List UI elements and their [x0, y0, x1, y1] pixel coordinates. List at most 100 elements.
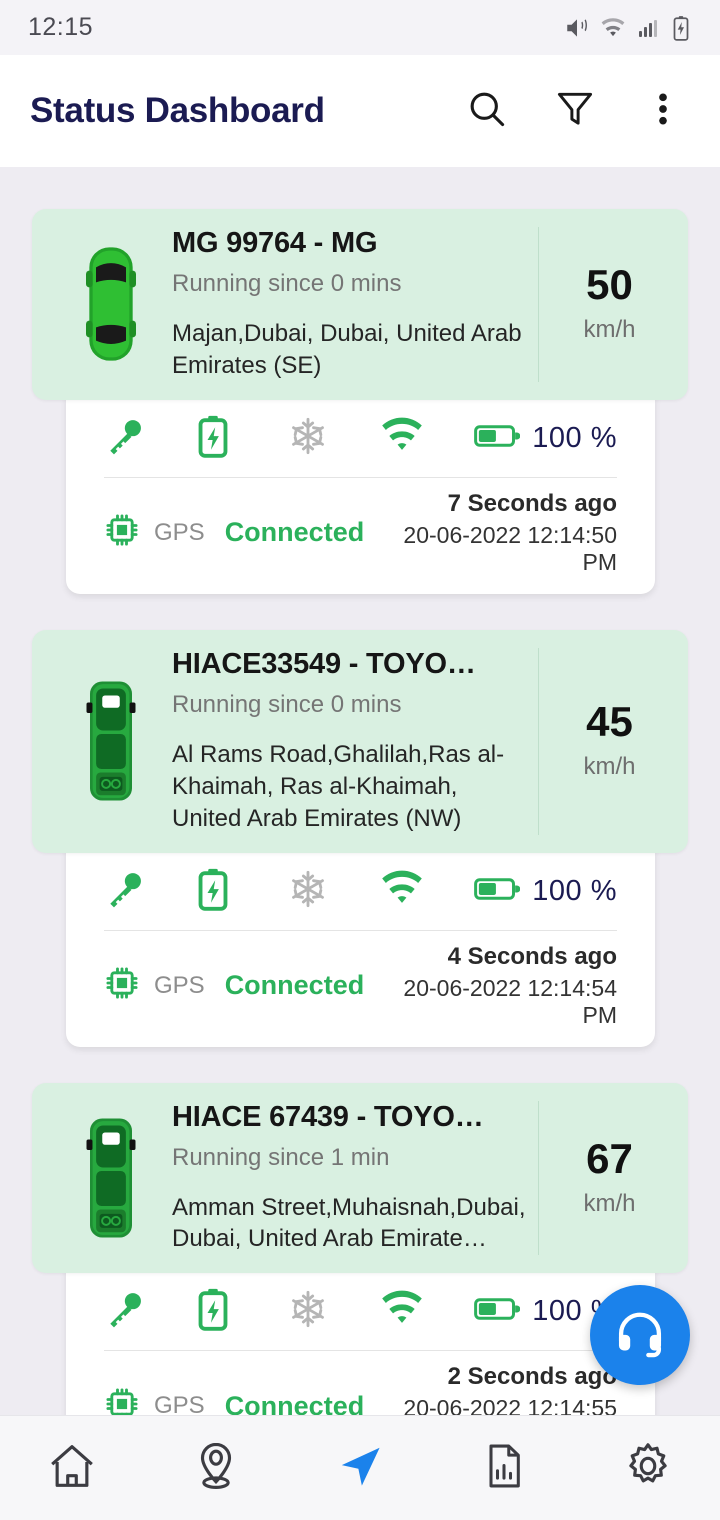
- gps-last-update-relative: 4 Seconds ago: [447, 942, 617, 970]
- gps-last-update-timestamp: 20-06-2022 12:14:50 PM: [403, 521, 617, 575]
- vehicle-card-status: 100 % GPS Connected: [66, 846, 655, 1047]
- navigation-arrow-icon: [332, 1438, 388, 1499]
- home-icon: [45, 1439, 99, 1498]
- vehicle-speed-value: 45: [586, 698, 633, 746]
- vehicle-card[interactable]: MG 99764 - MG Running since 0 mins Majan…: [0, 209, 720, 594]
- ignition-status[interactable]: [104, 415, 196, 462]
- van-top-view-icon: [50, 1115, 172, 1241]
- support-fab-button[interactable]: [590, 1285, 690, 1385]
- wifi-icon: [380, 1289, 424, 1334]
- app-bar: Status Dashboard: [0, 55, 720, 167]
- vehicle-running-since: Running since 0 mins: [172, 690, 402, 718]
- key-icon: [104, 1288, 146, 1335]
- vehicle-card-status: 100 % GPS Connected: [66, 1267, 655, 1415]
- gps-row: GPS Connected 2 Seconds ago 20-06-2022 1…: [88, 1351, 633, 1415]
- vehicle-card-header[interactable]: HIACE 67439 - TOYO… Running since 1 min …: [32, 1082, 688, 1274]
- van-top-view-icon: [50, 678, 172, 804]
- vehicle-name: MG 99764 - MG: [172, 227, 378, 259]
- ignition-status[interactable]: [104, 1288, 196, 1335]
- wifi-icon: [600, 15, 626, 41]
- network-status[interactable]: [380, 416, 472, 461]
- vehicle-name: HIACE33549 - TOYO…: [172, 647, 476, 680]
- gps-state: Connected: [224, 970, 365, 1001]
- vehicle-running-since: Running since 0 mins: [172, 270, 402, 297]
- vehicle-speed-block: 45 km/h: [538, 647, 680, 835]
- battery-charging-icon: [670, 15, 692, 41]
- network-status[interactable]: [380, 1289, 472, 1334]
- gps-label: GPS: [154, 518, 205, 546]
- battery-horizontal-icon: [474, 421, 521, 456]
- vehicle-speed-unit: km/h: [583, 753, 636, 781]
- gps-label: GPS: [154, 971, 205, 999]
- gps-state: Connected: [224, 517, 365, 548]
- power-status[interactable]: [196, 414, 288, 463]
- ac-status[interactable]: [288, 1289, 380, 1334]
- wifi-icon: [380, 869, 424, 914]
- overflow-menu-button[interactable]: [640, 88, 686, 134]
- card-gap: [0, 1047, 720, 1083]
- vehicle-status-icons: 100 %: [88, 861, 633, 930]
- status-bar-icons: [564, 15, 692, 41]
- battery-level-status[interactable]: 100 %: [474, 421, 617, 456]
- battery-horizontal-icon: [474, 1294, 521, 1329]
- vehicle-card-status: 100 % GPS Connected: [66, 393, 655, 594]
- app-bar-actions: [464, 88, 690, 134]
- search-button[interactable]: [464, 88, 510, 134]
- vehicle-status-icons: 100 %: [88, 408, 633, 477]
- overflow-menu-icon: [648, 89, 678, 134]
- vehicle-card-header[interactable]: HIACE33549 - TOYO… Running since 0 mins …: [32, 629, 688, 853]
- vehicle-speed-block: 50 km/h: [538, 227, 680, 382]
- key-icon: [104, 868, 146, 915]
- support-headset-icon: [613, 1306, 667, 1365]
- gps-timing: 7 Seconds ago 20-06-2022 12:14:50 PM: [364, 490, 617, 576]
- gps-chip-icon: [104, 1386, 140, 1415]
- battery-charging-icon: [196, 867, 230, 916]
- status-bar: 12:15: [0, 0, 720, 55]
- gps-last-update-relative: 2 Seconds ago: [447, 1363, 617, 1391]
- vehicle-list[interactable]: MG 99764 - MG Running since 0 mins Majan…: [0, 167, 720, 1415]
- nav-home[interactable]: [0, 1416, 144, 1520]
- power-status[interactable]: [196, 867, 288, 916]
- key-icon: [104, 415, 146, 462]
- gps-row: GPS Connected 4 Seconds ago 20-06-2022 1…: [88, 931, 633, 1035]
- battery-charging-icon: [196, 414, 230, 463]
- report-document-icon: [478, 1440, 530, 1497]
- ac-status[interactable]: [288, 869, 380, 914]
- nav-reports[interactable]: [432, 1416, 576, 1520]
- gps-label: GPS: [154, 1392, 205, 1415]
- card-gap: [0, 594, 720, 630]
- gear-icon: [621, 1439, 675, 1498]
- gps-chip-icon: [104, 512, 140, 553]
- gps-left: GPS Connected: [104, 965, 364, 1006]
- vehicle-address: Al Rams Road,Ghalilah,Ras al-Khaimah, Ra…: [172, 740, 505, 832]
- battery-level-status[interactable]: 100 %: [474, 874, 617, 909]
- ignition-status[interactable]: [104, 868, 196, 915]
- vehicle-speed-unit: km/h: [583, 316, 636, 344]
- vehicle-status-icons: 100 %: [88, 1281, 633, 1350]
- vehicle-running-since: Running since 1 min: [172, 1143, 390, 1171]
- vehicle-card[interactable]: HIACE33549 - TOYO… Running since 0 mins …: [0, 629, 720, 1047]
- ac-status[interactable]: [288, 416, 380, 461]
- gps-timing: 2 Seconds ago 20-06-2022 12:14:55 PM: [364, 1363, 617, 1415]
- filter-button[interactable]: [552, 88, 598, 134]
- gps-left: GPS Connected: [104, 1386, 364, 1415]
- vehicle-card-header[interactable]: MG 99764 - MG Running since 0 mins Majan…: [32, 209, 688, 400]
- snowflake-icon: [288, 1289, 328, 1334]
- vehicle-speed-block: 67 km/h: [538, 1100, 680, 1256]
- vehicle-name: HIACE 67439 - TOYO…: [172, 1100, 484, 1133]
- location-pin-icon: [189, 1439, 243, 1498]
- bottom-navigation: [0, 1415, 720, 1520]
- snowflake-icon: [288, 416, 328, 461]
- filter-icon: [553, 87, 597, 136]
- battery-charging-icon: [196, 1287, 230, 1336]
- vehicle-info: HIACE33549 - TOYO… Running since 0 mins …: [172, 648, 538, 835]
- battery-percent: 100 %: [532, 421, 617, 454]
- network-status[interactable]: [380, 869, 472, 914]
- vehicle-speed-value: 50: [586, 261, 633, 309]
- nav-track[interactable]: [288, 1416, 432, 1520]
- gps-chip-icon: [104, 965, 140, 1006]
- gps-state: Connected: [224, 1390, 365, 1415]
- power-status[interactable]: [196, 1287, 288, 1336]
- nav-settings[interactable]: [576, 1416, 720, 1520]
- nav-places[interactable]: [144, 1416, 288, 1520]
